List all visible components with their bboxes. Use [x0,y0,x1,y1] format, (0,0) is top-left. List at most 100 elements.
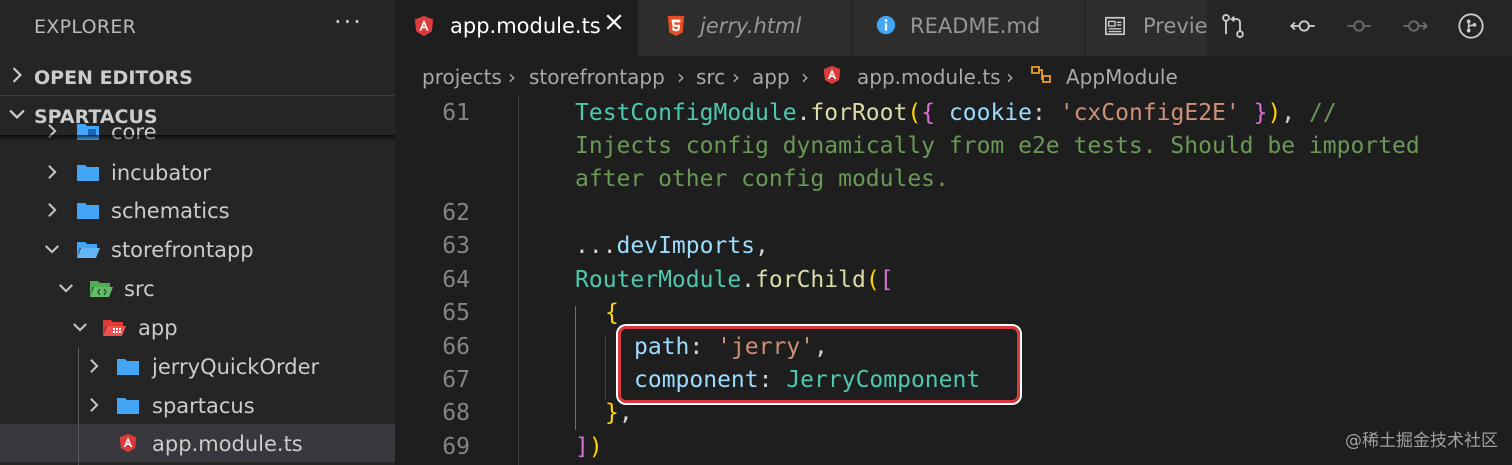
go-back-icon[interactable] [1289,12,1317,40]
token: // [1309,100,1337,126]
tree-item-label: src [124,277,155,301]
breadcrumb-item-app[interactable]: app [752,65,790,89]
token: ... [575,233,617,259]
indent-guide [575,306,576,430]
open-editors-label: OPEN EDITORS [34,67,193,89]
close-icon[interactable] [602,10,626,34]
tree-item-label: schematics [111,199,230,223]
tab-label: app.module.ts [450,14,601,38]
breadcrumb-separator: › [732,65,740,89]
chevron-right-icon [12,67,22,83]
token: , [1281,100,1309,126]
line-number: 68 [442,400,470,426]
token: RouterModule [575,267,742,293]
breadcrumb-item-projects[interactable]: projects [422,65,502,89]
code-line-68: }, [605,400,633,426]
token: } [1239,100,1268,126]
token: cookie [948,100,1033,126]
class-symbol-icon [1031,66,1051,83]
angular-icon [119,433,137,453]
breadcrumb-item-src[interactable]: src [696,65,725,89]
open-editors-section[interactable]: OPEN EDITORS [0,58,395,96]
folder-icon [117,359,139,375]
source-control-icon[interactable] [1219,12,1247,40]
token: ( [865,267,880,293]
folder-icon [117,398,139,414]
folder-open-icon [77,242,100,258]
tree-item-label: jerryQuickOrder [152,355,320,379]
folder-icon [77,203,99,219]
tree-item-incubator[interactable]: incubator [0,153,395,191]
tree-item-schematics[interactable]: schematics [0,191,395,229]
breadcrumb-separator: › [677,65,685,89]
token: forRoot [810,100,908,126]
code-editor[interactable]: 61 62 63 64 65 66 67 68 69 TestConfigMod… [395,96,1512,465]
chevron-right-icon [90,398,99,412]
line-number: 61 [442,100,470,126]
token: [ [879,267,894,293]
breadcrumb-item-symbol[interactable]: AppModule [1066,65,1178,89]
tree-item-label: spartacus [152,394,255,418]
chevron-right-icon [48,165,57,179]
token: 'cxConfigE2E' [1059,100,1240,126]
tree-item-label: app.module.ts [152,432,303,456]
tree-item-app-module[interactable]: app.module.ts [0,424,395,462]
tree-item-app[interactable]: app [0,308,395,346]
tree-item-core[interactable]: core [0,112,395,150]
tab-jerry-html[interactable]: jerry.html [639,0,852,56]
chevron-right-icon [48,203,57,217]
code-line-61-wrap-2: after other config modules. [575,166,949,192]
editor-tabs: app.module.ts jerry.html README.md Previ… [395,0,1512,56]
token: : [1032,100,1060,126]
go-forward-icon[interactable] [1401,12,1429,40]
breadcrumb: projects › storefrontapp › src › app › a… [395,56,1512,96]
preview-icon [1105,16,1125,36]
tree-item-storefrontapp[interactable]: storefrontapp [0,230,395,268]
file-tree: core incubator schematics storefrontapp … [0,120,395,465]
tree-item-jerryquickorder[interactable]: jerryQuickOrder [0,347,395,385]
tab-readme[interactable]: README.md [853,0,1085,56]
line-number: 62 [442,200,470,226]
explorer-title: EXPLORER [34,16,137,38]
tree-item-spartacus[interactable]: spartacus [0,386,395,424]
chevron-down-icon [59,284,73,293]
git-lens-icon[interactable] [1457,12,1485,40]
folder-app-icon [103,320,126,336]
line-number: 65 [442,300,470,326]
token: , [755,233,769,259]
token: , [618,400,633,426]
token: } [605,400,619,426]
angular-icon [414,15,434,37]
tab-label: Previe [1143,14,1208,38]
indent-guide [605,336,606,400]
tab-label: jerry.html [700,14,802,38]
tab-app-module[interactable]: app.module.ts [395,0,638,56]
tree-item-label: incubator [111,161,211,185]
watermark: @稀土掘金技术社区 [1345,431,1498,451]
breadcrumb-item-storefrontapp[interactable]: storefrontapp [529,65,665,89]
chevron-down-icon [73,323,87,332]
breadcrumb-separator: › [1006,65,1014,89]
breadcrumb-item-file[interactable]: app.module.ts [857,65,1001,89]
indent-guide [518,96,519,465]
token: { [921,100,949,126]
token: devImports [616,233,756,259]
tree-item-src[interactable]: src [0,269,395,307]
section-divider [0,95,395,96]
code-line-61-wrap-1: Injects config dynamically from e2e test… [575,133,1420,159]
line-number: 64 [442,267,470,293]
token: . [796,100,811,126]
token: ) [588,434,603,460]
more-actions-icon[interactable]: ··· [334,8,363,36]
tab-preview[interactable]: Previe [1086,0,1216,56]
commit-icon[interactable] [1345,12,1373,40]
code-line-64: RouterModule.forChild([ [575,267,894,293]
line-number: 63 [442,233,470,259]
breadcrumb-separator: › [801,65,809,89]
chevron-right-icon [90,359,99,373]
explorer-sidebar: EXPLORER ··· OPEN EDITORS SPARTACUS core… [0,0,395,465]
angular-icon [823,65,841,85]
token: ( [907,100,922,126]
tree-indent-guide [78,347,79,465]
html5-icon [667,15,685,37]
